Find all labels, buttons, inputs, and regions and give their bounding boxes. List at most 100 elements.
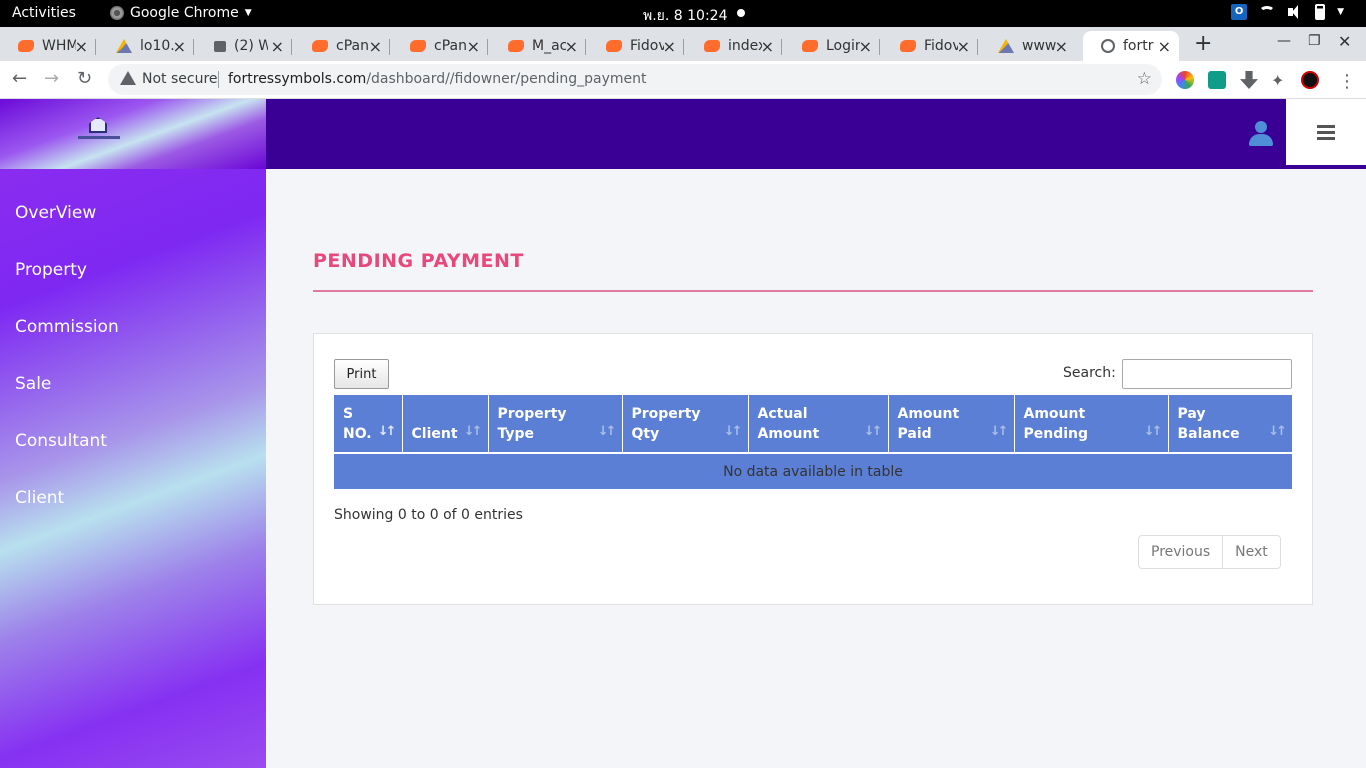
close-icon[interactable]: ×	[663, 37, 676, 56]
color-extension-icon[interactable]	[1176, 71, 1194, 89]
column-header-pay-balance[interactable]: Pay Balance ↓↑	[1168, 395, 1292, 454]
close-icon[interactable]: ×	[565, 37, 578, 56]
search-label: Search:	[1063, 365, 1116, 381]
url-domain: fortressymbols.com	[228, 71, 367, 87]
brand-logo[interactable]	[78, 117, 120, 145]
tab-separator	[389, 39, 390, 55]
hamburger-menu-button[interactable]	[1286, 99, 1366, 165]
close-icon[interactable]: ×	[75, 37, 88, 56]
profile-avatar[interactable]	[1301, 71, 1319, 89]
clock[interactable]: พ.ย. 8 10:24	[643, 5, 728, 27]
sidebar-item-property[interactable]: Property	[15, 260, 87, 280]
browser-tab[interactable]: (2) W ×	[196, 31, 292, 61]
system-top-bar: Activities Google Chrome ▼ พ.ย. 8 10:24 …	[0, 0, 1366, 27]
column-header-property-type[interactable]: Property Type ↓↑	[488, 395, 623, 454]
new-tab-button[interactable]: +	[1194, 31, 1212, 56]
puzzle-extensions-icon[interactable]: ✦	[1271, 71, 1289, 90]
sidebar: OverView Property Commission Sale Consul…	[0, 169, 266, 768]
header-line: Amount	[757, 425, 820, 442]
browser-tab[interactable]: Fidov ×	[588, 31, 684, 61]
browser-tab-active[interactable]: fortr ×	[1083, 31, 1179, 61]
forward-button[interactable]: →	[44, 68, 59, 89]
tab-label: M_ac	[532, 38, 566, 54]
warning-icon[interactable]	[120, 71, 136, 85]
column-header-amount-paid[interactable]: Amount Paid ↓↑	[888, 395, 1015, 454]
tab-label: lo10.	[140, 38, 174, 54]
table-row: No data available in table	[334, 453, 1292, 489]
browser-tab[interactable]: M_ac ×	[490, 31, 586, 61]
close-icon[interactable]: ×	[1055, 37, 1068, 56]
tab-separator	[977, 39, 978, 55]
column-header-sno[interactable]: S NO. ↓↑	[334, 395, 403, 454]
globe-icon	[1101, 39, 1115, 53]
browser-tab[interactable]: index×	[686, 31, 782, 61]
minimize-button[interactable]: —	[1277, 33, 1291, 49]
back-button[interactable]: ←	[12, 68, 27, 89]
print-button[interactable]: Print	[334, 359, 389, 389]
chrome-menu-icon[interactable]: ⋮	[1338, 71, 1356, 92]
address-divider	[218, 71, 219, 88]
next-page-button[interactable]: Next	[1222, 536, 1280, 568]
close-icon[interactable]: ×	[1158, 37, 1171, 56]
menu-bar	[1317, 137, 1335, 140]
app-menu[interactable]: Google Chrome ▼	[110, 5, 252, 21]
sidebar-item-sale[interactable]: Sale	[15, 374, 51, 394]
close-icon[interactable]: ×	[859, 37, 872, 56]
sidebar-item-overview[interactable]: OverView	[15, 203, 96, 223]
sort-icon: ↓↑	[1143, 424, 1163, 439]
download-icon[interactable]	[1240, 71, 1258, 89]
tab-separator	[879, 39, 880, 55]
office-icon[interactable]: O	[1231, 4, 1248, 20]
tab-separator	[291, 39, 292, 55]
url-text[interactable]: fortressymbols.com/dashboard//fidowner/p…	[228, 71, 646, 87]
column-header-amount-pending[interactable]: Amount Pending ↓↑	[1014, 395, 1169, 454]
app-header	[0, 99, 1366, 169]
tab-separator	[193, 39, 194, 55]
bookmark-star-icon[interactable]: ☆	[1137, 69, 1152, 89]
column-header-property-qty[interactable]: Property Qty ↓↑	[622, 395, 749, 454]
wifi-icon	[1259, 6, 1276, 18]
volume-icon	[1287, 4, 1303, 20]
logo-panel	[0, 99, 266, 169]
search-input[interactable]	[1122, 359, 1292, 389]
tab-label: WHM	[42, 38, 76, 54]
reload-button[interactable]: ↻	[77, 68, 92, 89]
header-line: Actual	[757, 405, 808, 422]
browser-tab[interactable]: www ×	[980, 31, 1076, 61]
address-bar[interactable]: Not secure fortressymbols.com/dashboard/…	[108, 64, 1162, 95]
column-header-actual-amount[interactable]: Actual Amount ↓↑	[748, 395, 889, 454]
browser-tab[interactable]: Login ×	[784, 31, 880, 61]
activities-button[interactable]: Activities	[12, 5, 76, 21]
user-icon[interactable]	[1248, 121, 1274, 147]
sidebar-item-commission[interactable]: Commission	[15, 317, 119, 337]
page-title: PENDING PAYMENT	[313, 250, 524, 272]
battery-icon	[1315, 4, 1326, 20]
tab-label: Login	[826, 38, 860, 54]
browser-tab[interactable]: WHM ×	[0, 31, 96, 61]
phpmyadmin-icon	[998, 39, 1014, 53]
browser-tab[interactable]: cPan ×	[392, 31, 488, 61]
phpmyadmin-icon	[116, 39, 132, 53]
browser-tab[interactable]: cPan ×	[294, 31, 390, 61]
close-icon[interactable]: ×	[369, 37, 382, 56]
column-header-client[interactable]: Client ↓↑	[402, 395, 489, 454]
close-icon[interactable]: ×	[957, 37, 970, 56]
sidebar-item-consultant[interactable]: Consultant	[15, 431, 107, 451]
close-icon[interactable]: ×	[271, 37, 284, 56]
browser-tab[interactable]: Fidov ×	[882, 31, 978, 61]
maximize-button[interactable]: ❐	[1308, 33, 1321, 49]
close-icon[interactable]: ×	[173, 37, 186, 56]
tab-label: cPan	[336, 38, 369, 54]
title-divider	[313, 290, 1313, 292]
sidebar-item-client[interactable]: Client	[15, 488, 64, 508]
header-line: NO.	[343, 425, 372, 442]
browser-tab[interactable]: lo10. ×	[98, 31, 194, 61]
tab-label: index	[728, 38, 762, 54]
security-status[interactable]: Not secure	[142, 71, 218, 87]
previous-page-button[interactable]: Previous	[1139, 536, 1222, 568]
system-tray[interactable]: O ▼	[1231, 4, 1344, 20]
close-icon[interactable]: ×	[467, 37, 480, 56]
close-icon[interactable]: ×	[761, 37, 774, 56]
extension-icon[interactable]	[1208, 71, 1226, 89]
window-close-button[interactable]: ✕	[1338, 32, 1351, 51]
